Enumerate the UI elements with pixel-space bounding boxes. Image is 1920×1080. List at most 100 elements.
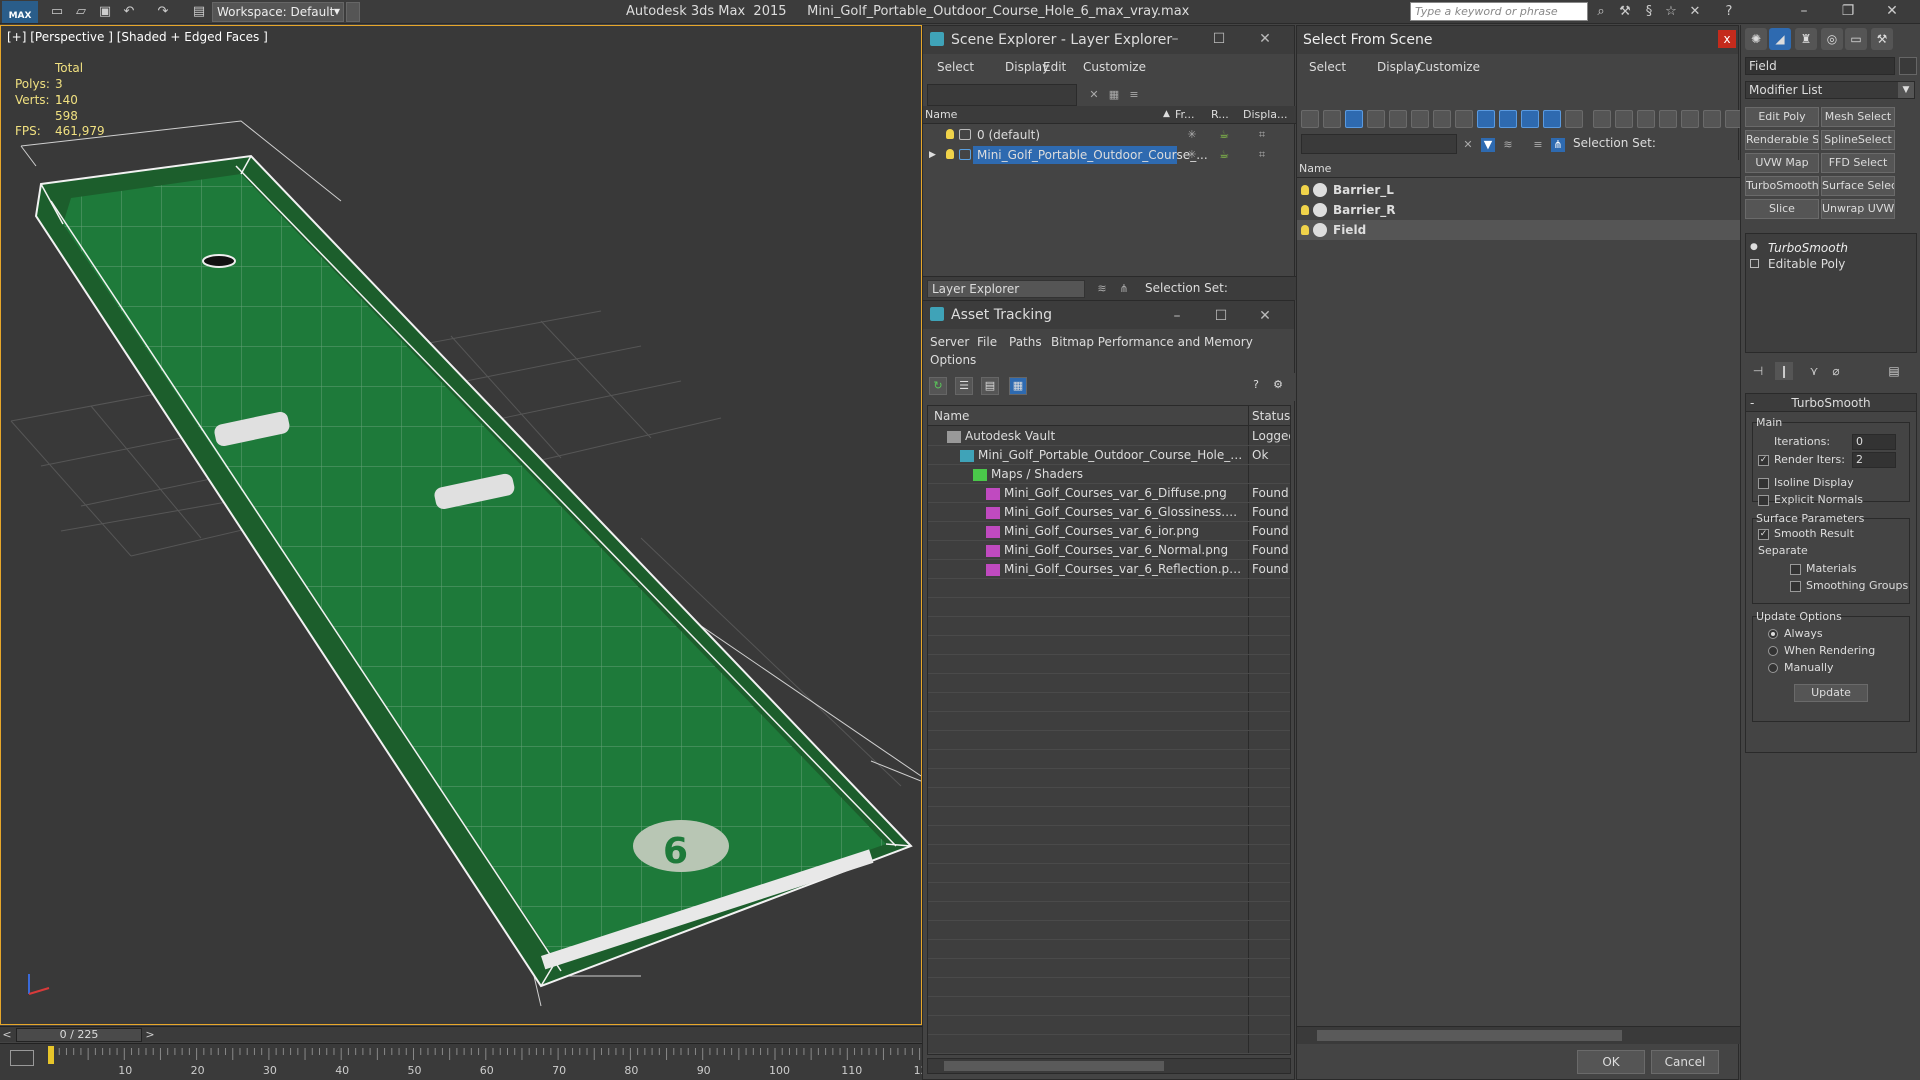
- layer-icon[interactable]: ≋: [1501, 138, 1515, 152]
- light-bulb-icon[interactable]: [946, 149, 954, 159]
- stack-item-turbosmooth[interactable]: ● TurboSmooth: [1750, 240, 1910, 256]
- display-geometry-icon[interactable]: [1301, 110, 1319, 128]
- cancel-button[interactable]: Cancel: [1651, 1050, 1719, 1074]
- menu-options[interactable]: Options: [930, 353, 976, 367]
- smooth-result-checkbox[interactable]: ✓: [1758, 529, 1769, 540]
- menu-select[interactable]: Select: [937, 60, 974, 74]
- when-rendering-radio[interactable]: [1768, 646, 1778, 656]
- smoothing-groups-checkbox[interactable]: [1790, 581, 1801, 592]
- display-cameras-icon[interactable]: [1367, 110, 1385, 128]
- display-xrefs-icon[interactable]: [1455, 110, 1473, 128]
- search-input[interactable]: Type a keyword or phrase: [1410, 2, 1588, 21]
- workspace-dropdown[interactable]: Workspace: Default ▼: [212, 2, 344, 22]
- modifier-button[interactable]: Surface Select: [1821, 176, 1895, 196]
- subscription-icon[interactable]: §: [1640, 3, 1658, 21]
- horizontal-scrollbar[interactable]: [1297, 1026, 1740, 1044]
- render-iters-spinner[interactable]: 2: [1852, 452, 1896, 468]
- display-none-icon[interactable]: [1593, 110, 1611, 128]
- filter-icon[interactable]: ▼: [1481, 138, 1495, 152]
- asset-row[interactable]: Mini_Golf_Portable_Outdoor_Course_Hole_6…: [928, 446, 1290, 465]
- modifier-button[interactable]: TurboSmooth: [1745, 176, 1819, 196]
- display-all-icon[interactable]: [1565, 110, 1583, 128]
- display-tab-icon[interactable]: ▭: [1845, 28, 1867, 50]
- close-button[interactable]: ✕: [1243, 303, 1287, 331]
- rollout-header[interactable]: - TurboSmooth: [1746, 394, 1916, 412]
- horizontal-scrollbar[interactable]: [927, 1058, 1291, 1074]
- restore-button[interactable]: ❐: [1828, 0, 1868, 24]
- col-name[interactable]: Name: [925, 106, 957, 123]
- pin-stack-icon[interactable]: ⊣: [1749, 362, 1767, 380]
- display-bones-icon[interactable]: [1477, 110, 1495, 128]
- asset-row[interactable]: Autodesk Vault Logged: [928, 427, 1290, 446]
- modifier-button[interactable]: Mesh Select: [1821, 107, 1895, 127]
- hierarchy-icon[interactable]: ≡: [1531, 138, 1545, 152]
- select-invert-icon[interactable]: [1681, 110, 1699, 128]
- modifier-button[interactable]: SplineSelect: [1821, 130, 1895, 150]
- close-button[interactable]: ✕: [1872, 0, 1912, 24]
- utilities-tab-icon[interactable]: ⚒: [1871, 28, 1893, 50]
- select-all-icon[interactable]: [1637, 110, 1655, 128]
- hierarchy-tab-icon[interactable]: ♜: [1795, 28, 1817, 50]
- make-unique-icon[interactable]: ⋎: [1805, 362, 1823, 380]
- hierarchy-mode-icon[interactable]: ⋔: [1117, 282, 1131, 296]
- motion-tab-icon[interactable]: ◎: [1821, 28, 1843, 50]
- display-spacewarps-icon[interactable]: [1411, 110, 1429, 128]
- layer-row[interactable]: ▶ Mini_Golf_Portable_Outdoor_Course_... …: [923, 145, 1296, 165]
- help-icon[interactable]: ?: [1247, 377, 1265, 395]
- close-button[interactable]: x: [1718, 30, 1736, 48]
- open-file-icon[interactable]: ▱: [72, 3, 90, 21]
- menu-edit[interactable]: Edit: [1043, 60, 1066, 74]
- close-button[interactable]: ✕: [1243, 26, 1287, 54]
- render-icon[interactable]: ☕: [1217, 148, 1231, 162]
- render-iters-checkbox[interactable]: ✓: [1758, 455, 1769, 466]
- modifier-button[interactable]: FFD Select: [1821, 153, 1895, 173]
- menu-customize[interactable]: Customize: [1083, 60, 1146, 74]
- menu-file[interactable]: File: [977, 335, 997, 349]
- sync-selection-icon[interactable]: [1703, 110, 1721, 128]
- col-status[interactable]: Status: [1252, 406, 1290, 426]
- display-frozen-icon[interactable]: [1521, 110, 1539, 128]
- display-hidden-icon[interactable]: [1543, 110, 1561, 128]
- light-bulb-icon[interactable]: [946, 129, 954, 139]
- light-bulb-icon[interactable]: ●: [1750, 243, 1759, 252]
- thumbnail-view-icon[interactable]: ▤: [981, 377, 999, 395]
- col-name[interactable]: Name: [1299, 160, 1331, 177]
- configure-sets-icon[interactable]: ▤: [1885, 362, 1903, 380]
- select-set-icon[interactable]: ⋔: [1551, 138, 1565, 152]
- menu-server[interactable]: Server: [930, 335, 969, 349]
- update-button[interactable]: Update: [1794, 684, 1868, 702]
- next-frame-button[interactable]: >: [143, 1027, 157, 1043]
- modifier-button[interactable]: UVW Map: [1745, 153, 1819, 173]
- expand-icon[interactable]: ▶: [929, 145, 936, 165]
- filter-icon[interactable]: ▦: [1107, 88, 1121, 102]
- workspace-menu-button[interactable]: [346, 2, 360, 22]
- track-bar[interactable]: 10 20 30 40 50 60 70 80 90 100 110 12: [0, 1043, 922, 1080]
- asset-row[interactable]: Mini_Golf_Courses_var_6_ior.png Found: [928, 522, 1290, 541]
- remove-modifier-icon[interactable]: ⌀: [1827, 362, 1845, 380]
- tools-icon[interactable]: ⚒: [1616, 3, 1634, 21]
- modify-tab-icon[interactable]: ◢: [1769, 28, 1791, 50]
- display-icon[interactable]: ⌗: [1255, 128, 1269, 142]
- stack-item-editable-poly[interactable]: Editable Poly: [1750, 256, 1910, 272]
- minimize-button[interactable]: –: [1153, 26, 1197, 54]
- collapse-icon[interactable]: -: [1750, 394, 1754, 412]
- help-icon[interactable]: ?: [1720, 3, 1738, 21]
- modifier-button[interactable]: Slice: [1745, 199, 1819, 219]
- menu-paths[interactable]: Paths: [1009, 335, 1042, 349]
- project-folder-icon[interactable]: ▤: [190, 3, 208, 21]
- layer-add-icon[interactable]: ≡: [1127, 88, 1141, 102]
- asset-row[interactable]: Mini_Golf_Courses_var_6_Glossiness.png Fo…: [928, 503, 1290, 522]
- select-none-icon[interactable]: [1659, 110, 1677, 128]
- maximize-button[interactable]: ☐: [1197, 26, 1241, 54]
- modifier-button[interactable]: Renderable Spline: [1745, 130, 1819, 150]
- object-row-barrier-r[interactable]: Barrier_R: [1297, 200, 1740, 220]
- maximize-button[interactable]: ☐: [1199, 303, 1243, 331]
- save-file-icon[interactable]: ▣: [96, 3, 114, 21]
- minimize-button[interactable]: –: [1784, 0, 1824, 24]
- asset-row[interactable]: Mini_Golf_Courses_var_6_Reflection.png Fo…: [928, 560, 1290, 579]
- refresh-icon[interactable]: ↻: [929, 377, 947, 395]
- explicit-normals-checkbox[interactable]: [1758, 495, 1769, 506]
- clear-filter-icon[interactable]: ✕: [1461, 138, 1475, 152]
- list-view-icon[interactable]: ☰: [955, 377, 973, 395]
- modifier-button[interactable]: Unwrap UVW: [1821, 199, 1895, 219]
